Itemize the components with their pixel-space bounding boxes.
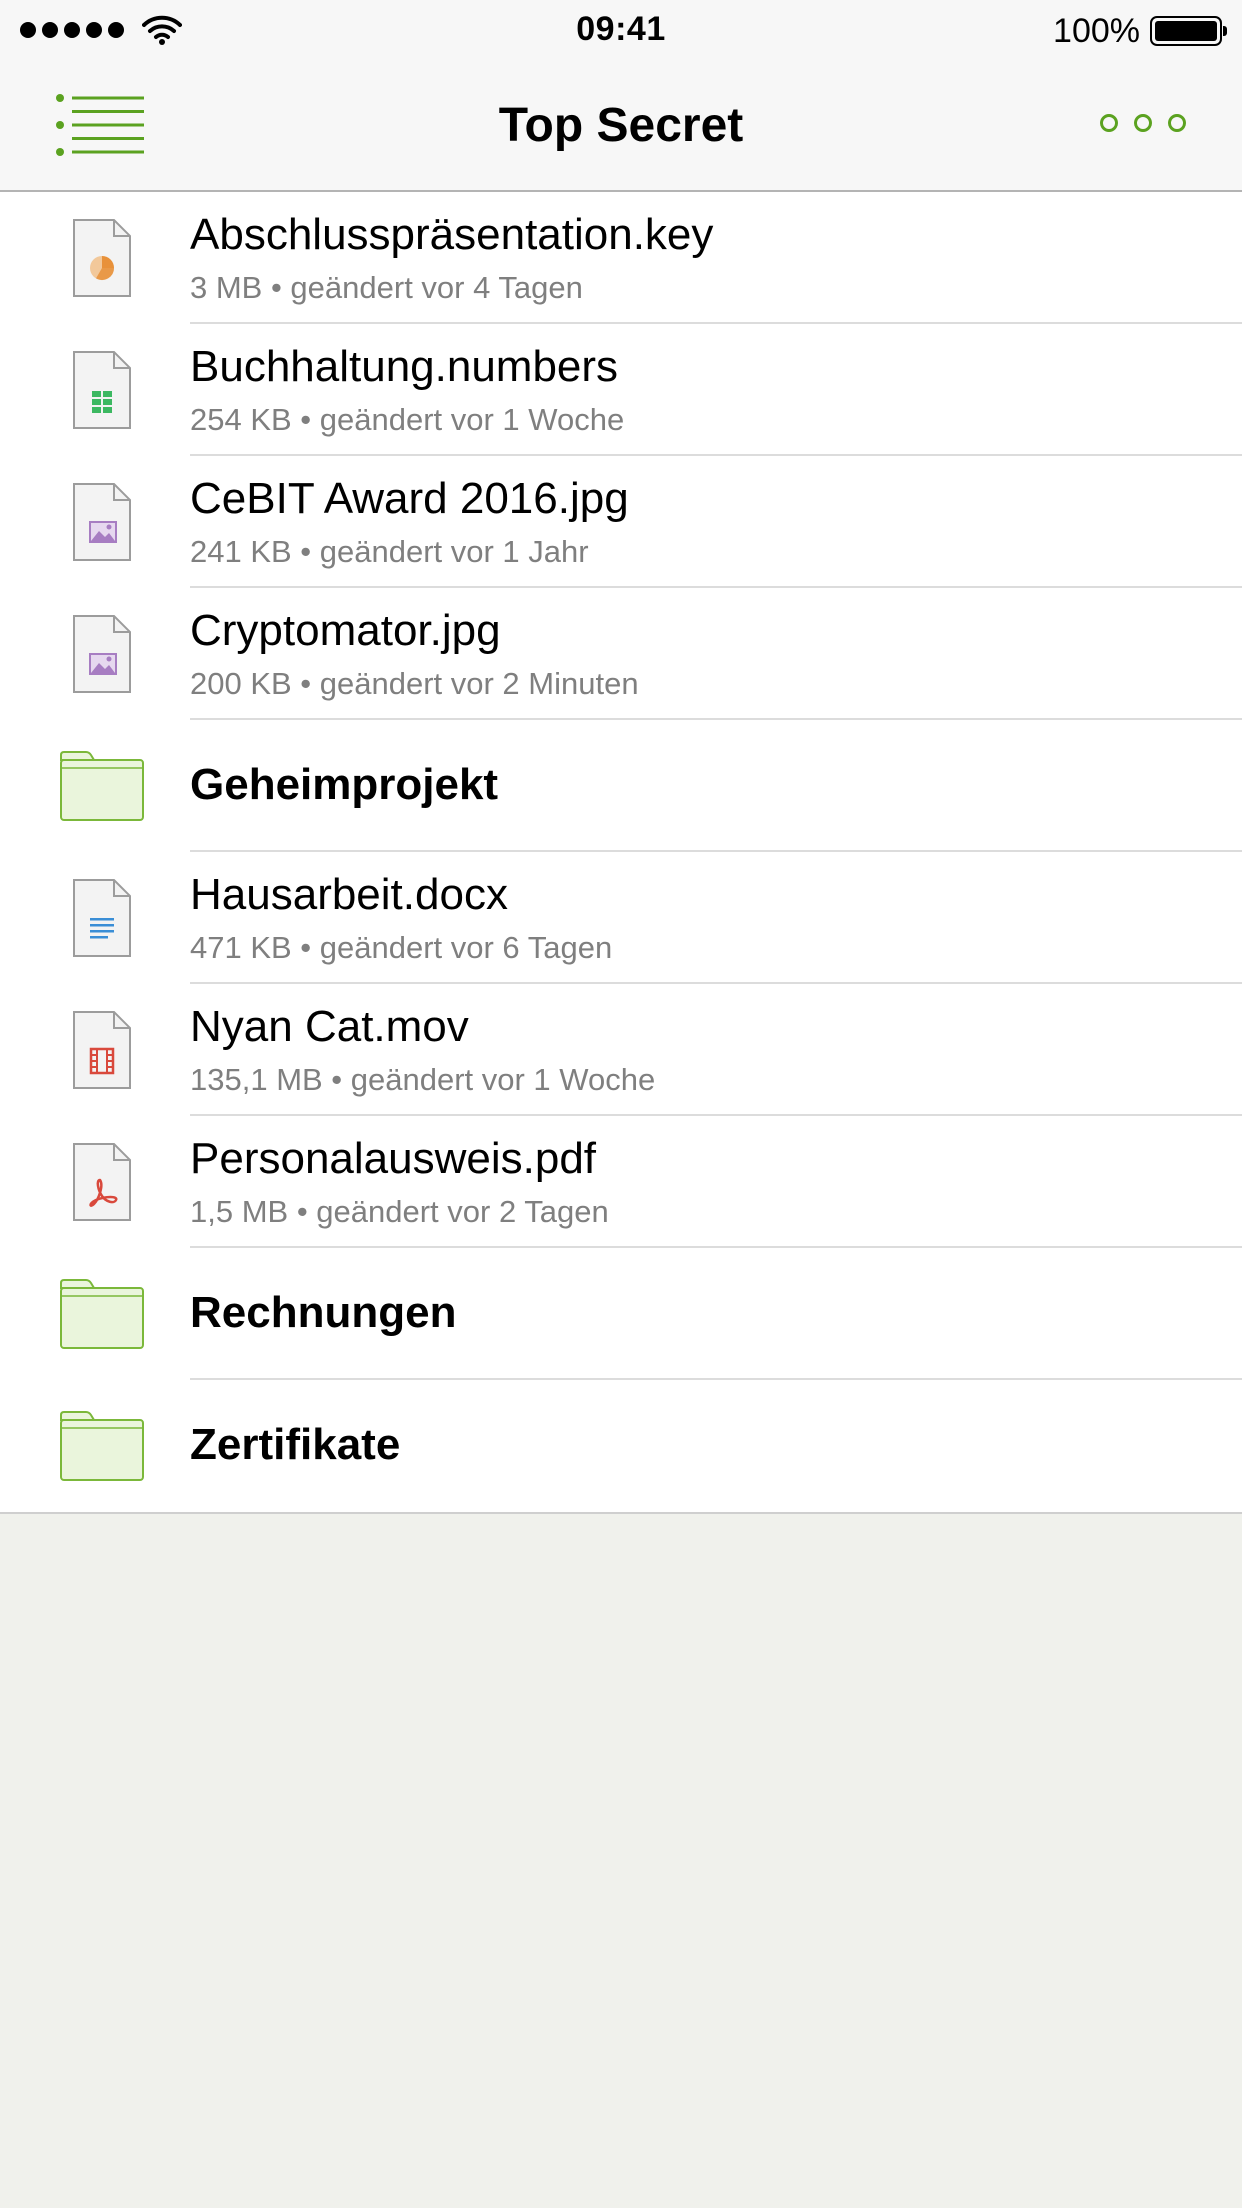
folder-icon	[60, 1266, 144, 1362]
image-file-icon	[60, 606, 144, 702]
page-title: Top Secret	[498, 99, 744, 152]
folder-row[interactable]: Zertifikate	[0, 1380, 1242, 1512]
file-meta: 200 KB • geändert vor 2 Minuten	[190, 666, 639, 701]
more-options-icon	[1100, 114, 1118, 132]
file-list: Abschlusspräsentation.key 3 MB • geändert…	[0, 192, 1242, 1514]
file-meta: 471 KB • geändert vor 6 Tagen	[190, 930, 613, 965]
folder-icon	[60, 738, 144, 834]
list-menu-icon	[56, 94, 144, 156]
file-row[interactable]: Personalausweis.pdf 1,5 MB • geändert vor…	[0, 1116, 1242, 1248]
folder-icon	[60, 1398, 144, 1494]
file-name: Abschlusspräsentation.key	[190, 210, 714, 259]
document-file-icon	[60, 870, 144, 966]
folder-row[interactable]: Rechnungen	[0, 1248, 1242, 1380]
file-name: CeBIT Award 2016.jpg	[190, 474, 629, 523]
navigation-bar: Top Secret	[0, 60, 1242, 192]
file-name: Cryptomator.jpg	[190, 606, 501, 655]
menu-button[interactable]	[56, 94, 146, 156]
file-name: Personalausweis.pdf	[190, 1134, 597, 1183]
file-row[interactable]: Nyan Cat.mov 135,1 MB • geändert vor 1 Wo…	[0, 984, 1242, 1116]
file-meta: 254 KB • geändert vor 1 Woche	[190, 402, 625, 437]
file-meta: 241 KB • geändert vor 1 Jahr	[190, 534, 589, 569]
image-file-icon	[60, 474, 144, 570]
file-name: Hausarbeit.docx	[190, 870, 508, 919]
folder-row[interactable]: Geheimprojekt	[0, 720, 1242, 852]
file-meta: 3 MB • geändert vor 4 Tagen	[190, 270, 583, 305]
video-file-icon	[60, 1002, 144, 1098]
status-bar: 09:41 100%	[0, 0, 1242, 60]
file-row[interactable]: Buchhaltung.numbers 254 KB • geändert vor…	[0, 324, 1242, 456]
file-row[interactable]: Cryptomator.jpg 200 KB • geändert vor 2 M…	[0, 588, 1242, 720]
file-meta: 135,1 MB • geändert vor 1 Woche	[190, 1062, 656, 1097]
file-name: Nyan Cat.mov	[190, 1002, 469, 1051]
keynote-file-icon	[60, 210, 144, 306]
file-row[interactable]: Abschlusspräsentation.key 3 MB • geändert…	[0, 192, 1242, 324]
file-row[interactable]: CeBIT Award 2016.jpg 241 KB • geändert vo…	[0, 456, 1242, 588]
pdf-file-icon	[60, 1134, 144, 1230]
more-options-button[interactable]	[1100, 114, 1186, 132]
folder-name: Geheimprojekt	[190, 760, 499, 809]
file-name: Buchhaltung.numbers	[190, 342, 619, 391]
battery-percent: 100%	[1053, 12, 1140, 50]
numbers-file-icon	[60, 342, 144, 438]
folder-name: Rechnungen	[190, 1288, 457, 1337]
screen: 09:41 100% Top Secret Abschlusspräsentat…	[0, 0, 1242, 2208]
file-meta: 1,5 MB • geändert vor 2 Tagen	[190, 1194, 609, 1229]
folder-name: Zertifikate	[190, 1420, 401, 1469]
file-row[interactable]: Hausarbeit.docx 471 KB • geändert vor 6 T…	[0, 852, 1242, 984]
battery-icon	[1150, 16, 1227, 46]
